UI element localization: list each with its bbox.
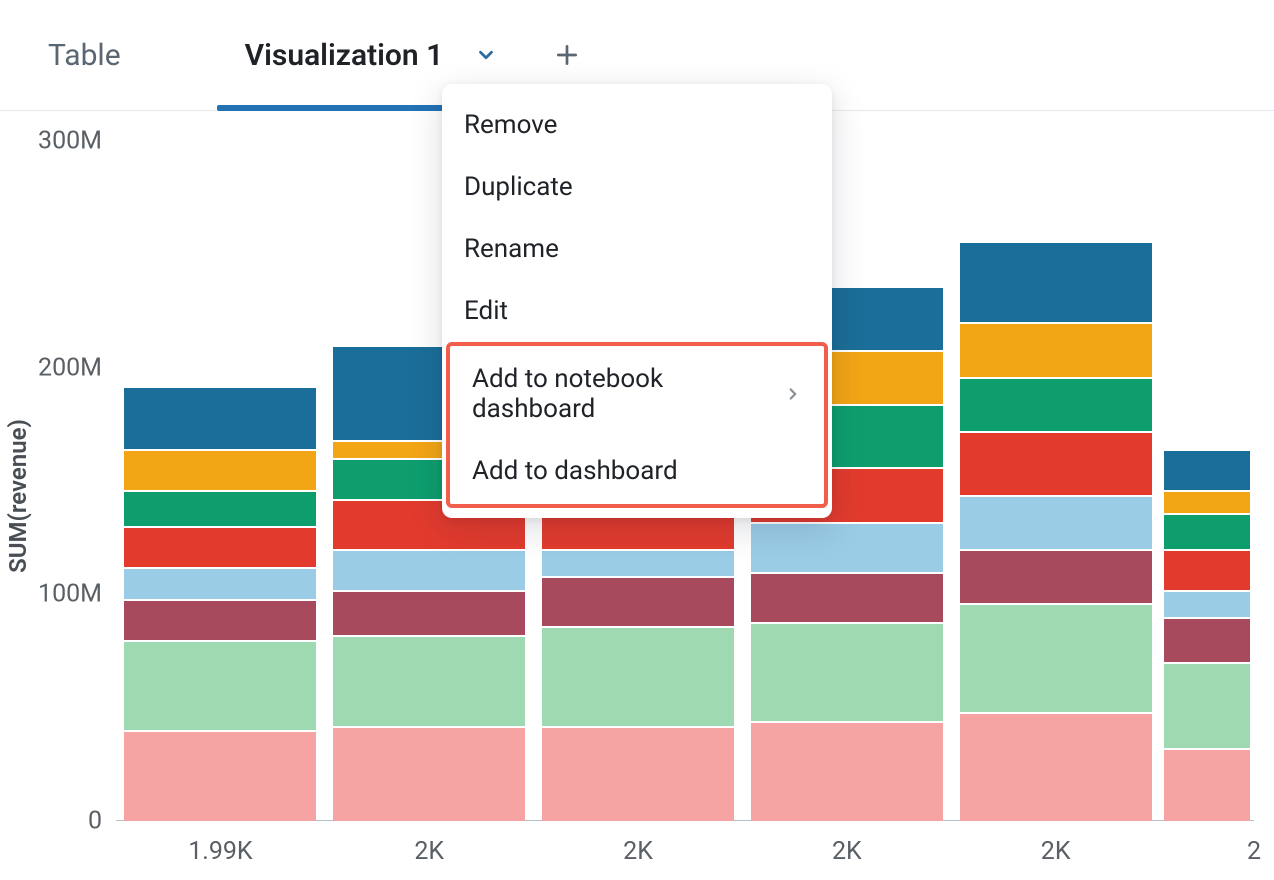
y-tick-label: 0: [88, 807, 116, 836]
menu-item-label: Remove: [464, 110, 557, 140]
x-tick-label: 2: [1247, 821, 1261, 866]
bar-segment[interactable]: [960, 324, 1152, 376]
bar-segment[interactable]: [960, 243, 1152, 323]
bar-stack[interactable]: [124, 388, 316, 821]
bar-segment[interactable]: [1164, 515, 1250, 549]
bar-segment[interactable]: [124, 642, 316, 731]
menu-item-label: Edit: [464, 296, 508, 326]
x-tick-label: 2K: [414, 821, 444, 866]
bar-segment[interactable]: [124, 732, 316, 821]
add-visualization-button[interactable]: [547, 35, 587, 75]
chevron-down-icon[interactable]: [469, 38, 503, 72]
bar-segment[interactable]: [751, 574, 943, 622]
bar-segment[interactable]: [960, 605, 1152, 712]
bar-segment[interactable]: [751, 723, 943, 821]
bar-segment[interactable]: [124, 451, 316, 490]
tab-label: Visualization 1: [245, 38, 444, 73]
menu-item-edit[interactable]: Edit: [442, 280, 832, 342]
bar-segment[interactable]: [1164, 750, 1250, 821]
bar-segment[interactable]: [960, 379, 1152, 431]
menu-item-rename[interactable]: Rename: [442, 218, 832, 280]
menu-item-label: Rename: [464, 234, 559, 264]
menu-item-add-dashboard[interactable]: Add to dashboard: [450, 440, 824, 502]
x-tick-label: 2K: [832, 821, 862, 866]
y-tick-label: 200M: [38, 353, 116, 382]
bar-segment[interactable]: [960, 714, 1152, 821]
bar-segment[interactable]: [124, 528, 316, 567]
bar-segment[interactable]: [542, 578, 734, 626]
bar-segment[interactable]: [333, 637, 525, 726]
bar-segment[interactable]: [124, 569, 316, 599]
x-tick-label: 2K: [623, 821, 653, 866]
bar-segment[interactable]: [124, 601, 316, 640]
bar-segment[interactable]: [542, 551, 734, 576]
menu-item-label: Add to dashboard: [472, 456, 678, 486]
bar-stack[interactable]: [1164, 451, 1250, 821]
tab-label: Table: [48, 38, 121, 73]
menu-item-remove[interactable]: Remove: [442, 94, 832, 156]
bar-segment[interactable]: [1164, 492, 1250, 513]
y-tick-label: 100M: [38, 580, 116, 609]
bar-group: 2K: [951, 141, 1160, 821]
bar-segment[interactable]: [1164, 551, 1250, 590]
x-tick-label: 1.99K: [188, 821, 252, 866]
bar-group: 2: [1160, 141, 1254, 821]
bar-segment[interactable]: [960, 433, 1152, 494]
bar-segment[interactable]: [960, 551, 1152, 603]
menu-item-label: Duplicate: [464, 172, 573, 202]
y-tick-label: 300M: [38, 127, 116, 156]
bar-segment[interactable]: [1164, 664, 1250, 748]
y-axis-label: SUM(revenue): [4, 419, 32, 573]
bar-segment[interactable]: [542, 628, 734, 726]
bar-segment[interactable]: [124, 388, 316, 449]
bar-segment[interactable]: [1164, 619, 1250, 662]
bar-segment[interactable]: [1164, 592, 1250, 617]
menu-highlight: Add to notebook dashboard Add to dashboa…: [446, 342, 828, 508]
menu-item-add-notebook-dashboard[interactable]: Add to notebook dashboard: [450, 348, 824, 440]
bar-segment[interactable]: [542, 728, 734, 821]
visualization-context-menu: Remove Duplicate Rename Edit Add to note…: [442, 84, 832, 518]
bar-segment[interactable]: [333, 728, 525, 821]
bar-segment[interactable]: [960, 497, 1152, 549]
bar-segment[interactable]: [333, 592, 525, 635]
bar-segment[interactable]: [751, 624, 943, 722]
menu-item-duplicate[interactable]: Duplicate: [442, 156, 832, 218]
bar-group: 1.99K: [116, 141, 325, 821]
bar-segment[interactable]: [751, 524, 943, 572]
bar-segment[interactable]: [124, 492, 316, 526]
bar-segment[interactable]: [1164, 451, 1250, 490]
chevron-right-icon: [784, 385, 802, 403]
tab-table[interactable]: Table: [26, 0, 143, 110]
x-tick-label: 2K: [1041, 821, 1071, 866]
bar-segment[interactable]: [333, 551, 525, 590]
bar-stack[interactable]: [960, 243, 1152, 821]
menu-item-label: Add to notebook dashboard: [472, 364, 784, 424]
